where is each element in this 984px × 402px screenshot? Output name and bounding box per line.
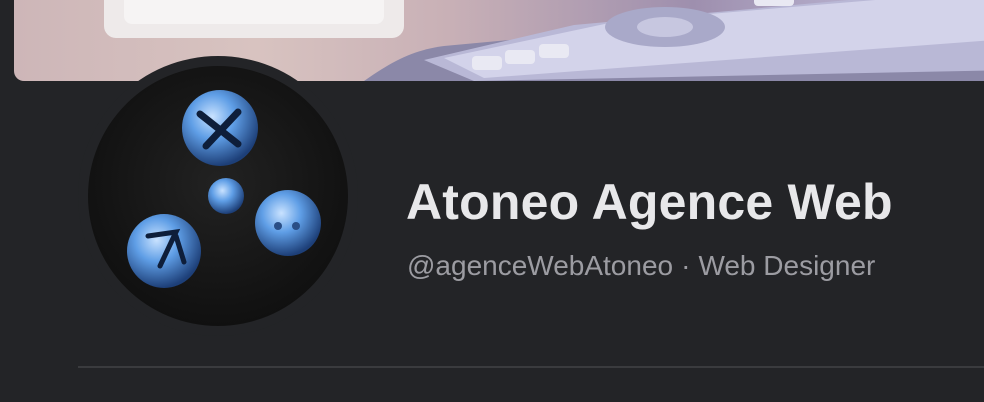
- avatar[interactable]: [88, 66, 348, 326]
- profile-name: Atoneo Agence Web: [406, 174, 893, 230]
- profile-handle[interactable]: @agenceWebAtoneo: [407, 250, 673, 281]
- profile-header: Atoneo Agence Web @agenceWebAtoneo · Web D…: [0, 0, 984, 402]
- separator-dot: ·: [681, 250, 691, 281]
- divider: [78, 366, 984, 368]
- profile-role: Web Designer: [698, 250, 876, 281]
- atoneo-logo: [127, 90, 321, 288]
- profile-subline: @agenceWebAtoneo · Web Designer: [407, 250, 875, 282]
